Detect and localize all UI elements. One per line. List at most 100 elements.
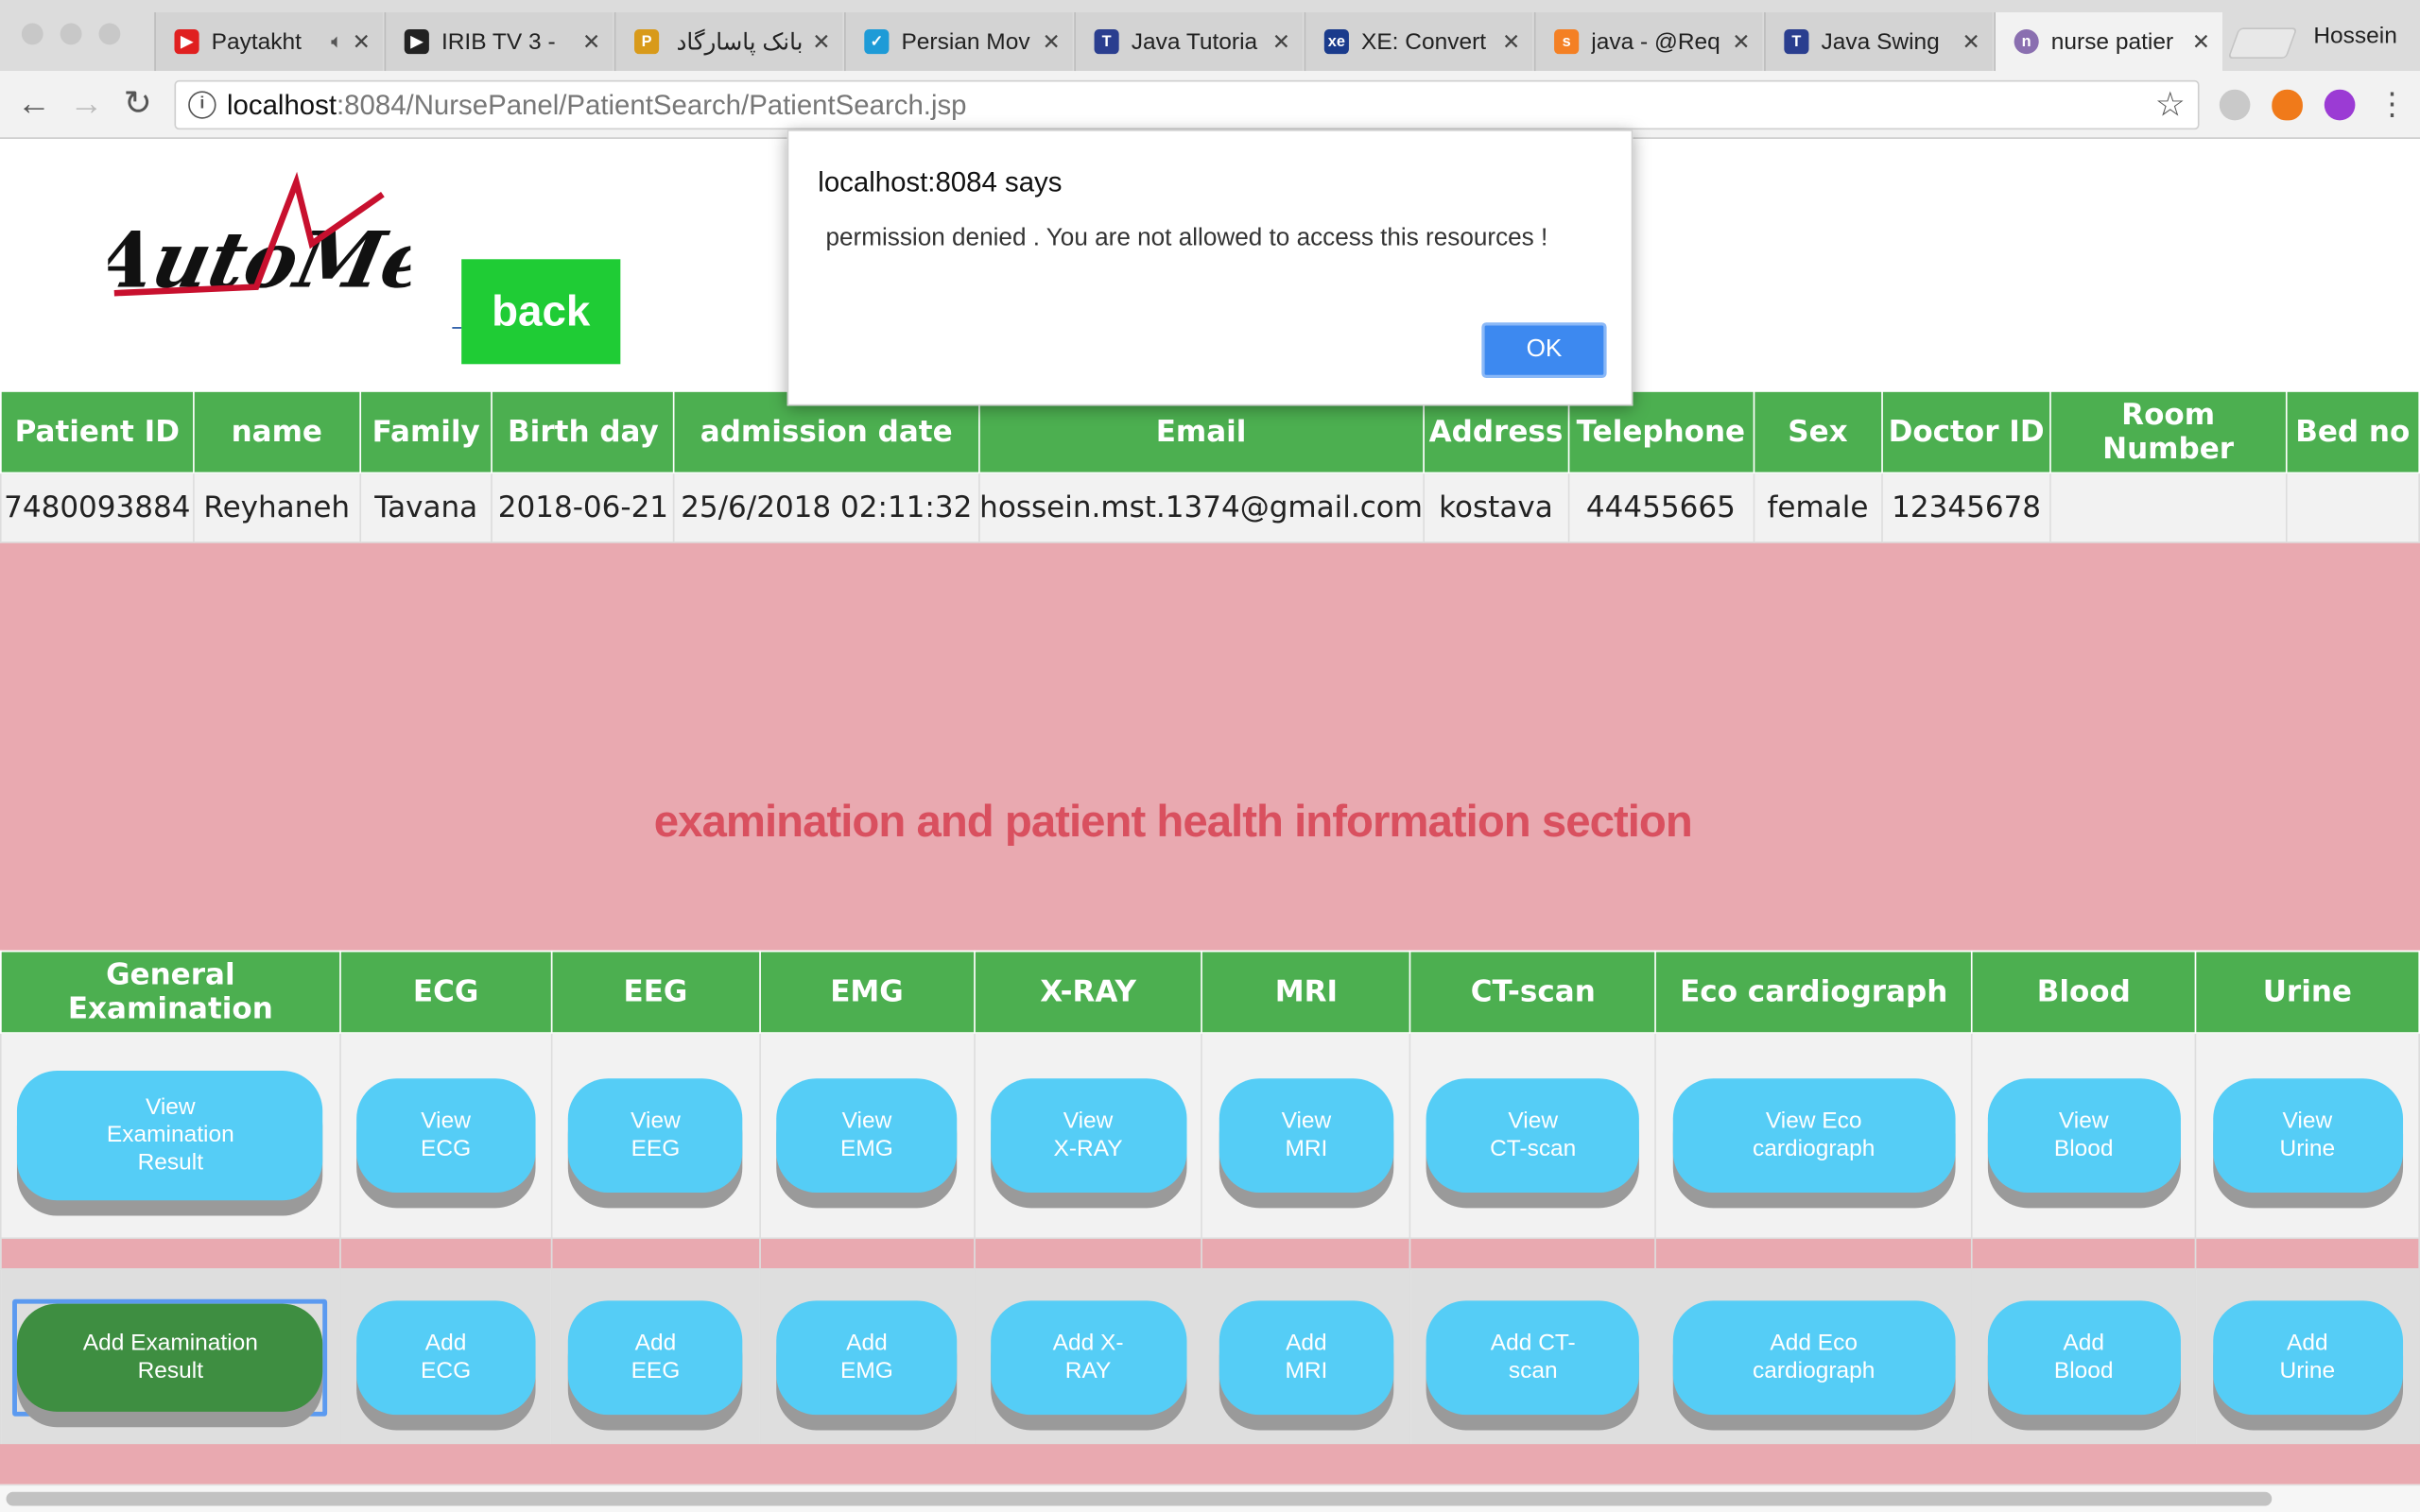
exam-header-row: General Examination ECG EEG EMG X-RAY MR… xyxy=(0,950,2420,1034)
browser-tab-5[interactable]: T Java Tutoria ✕ xyxy=(1074,12,1303,72)
tutorial-icon: T xyxy=(1784,29,1809,55)
add-examination-result-button[interactable]: Add Examination Result xyxy=(17,1303,323,1412)
profile-name[interactable]: Hossein xyxy=(2313,23,2396,49)
close-tab-icon[interactable]: ✕ xyxy=(1962,28,1980,55)
cell-patient-id: 7480093884 xyxy=(0,472,195,543)
header-xray: X-RAY xyxy=(973,950,1203,1034)
automed-logo: AutoMed xyxy=(78,166,495,313)
browser-window: ▶ Paytakht 🔈︎ ✕ ▶ IRIB TV 3 - ✕ P بانک پ… xyxy=(0,0,2420,1512)
fire-extension-icon[interactable] xyxy=(2272,89,2303,121)
header-room-number: Room Number xyxy=(2049,390,2288,474)
add-mri-button[interactable]: Add MRI xyxy=(1219,1300,1394,1416)
cell-room-number xyxy=(2049,472,2288,543)
header-mri: MRI xyxy=(1201,950,1411,1034)
bookmark-star-icon[interactable]: ☆ xyxy=(2155,85,2186,125)
tab-title: Java Tutoria xyxy=(1131,28,1258,55)
health-section-banner xyxy=(0,542,2420,951)
view-examination-result-button[interactable]: View Examination Result xyxy=(17,1071,323,1201)
cell-telephone: 44455665 xyxy=(1567,472,1754,543)
browser-tab-1[interactable]: ▶ Paytakht 🔈︎ ✕ xyxy=(154,12,383,72)
close-tab-icon[interactable]: ✕ xyxy=(1042,28,1060,55)
info-icon[interactable]: i xyxy=(188,91,216,119)
alert-dialog: localhost:8084 says permission denied . … xyxy=(786,129,1634,406)
view-emg-button[interactable]: View EMG xyxy=(776,1078,958,1194)
cell-doctor-id: 12345678 xyxy=(1881,472,2051,543)
ok-button[interactable]: OK xyxy=(1481,322,1607,378)
url-text[interactable]: localhost:8084/NursePanel/PatientSearch/… xyxy=(227,90,967,122)
add-urine-button[interactable]: Add Urine xyxy=(2212,1300,2403,1416)
tab-title: Persian Mov xyxy=(901,28,1030,55)
horizontal-scrollbar[interactable] xyxy=(0,1484,2420,1512)
add-eco-cardiograph-button[interactable]: Add Eco cardiograph xyxy=(1672,1300,1956,1416)
view-mri-button[interactable]: View MRI xyxy=(1219,1078,1394,1194)
address-bar[interactable]: i localhost:8084/NursePanel/PatientSearc… xyxy=(174,79,2200,130)
close-tab-icon[interactable]: ✕ xyxy=(812,28,830,55)
speaker-icon[interactable]: 🔈︎ xyxy=(331,29,343,54)
view-ecg-button[interactable]: View ECG xyxy=(355,1078,536,1194)
header-ct-scan: CT-scan xyxy=(1409,950,1657,1034)
new-tab-button[interactable] xyxy=(2227,27,2298,60)
tab-title: بانک پاسارگاد :: xyxy=(671,29,804,56)
purple-extension-icon[interactable] xyxy=(2324,89,2356,121)
youtube-icon: ▶ xyxy=(174,29,199,55)
cell-family: Tavana xyxy=(358,472,493,543)
back-button[interactable]: back xyxy=(461,259,621,365)
tab-title: java - @Req xyxy=(1591,28,1720,55)
view-buttons-row: View Examination Result View ECG View EE… xyxy=(0,1032,2420,1240)
browser-tab-4[interactable]: ✓ Persian Mov ✕ xyxy=(844,12,1073,72)
close-tab-icon[interactable]: ✕ xyxy=(1502,28,1520,55)
tab-title: Java Swing xyxy=(1821,28,1940,55)
spacer-row xyxy=(0,1237,2420,1270)
forward-arrow-icon[interactable]: → xyxy=(69,83,103,123)
add-eeg-button[interactable]: Add EEG xyxy=(568,1300,743,1416)
browser-tab-2[interactable]: ▶ IRIB TV 3 - ✕ xyxy=(384,12,614,72)
avatar-icon: n xyxy=(2014,29,2039,55)
globe-extension-icon[interactable] xyxy=(2219,89,2251,121)
close-window-button[interactable] xyxy=(21,23,43,45)
view-xray-button[interactable]: View X-RAY xyxy=(990,1078,1186,1194)
add-ct-scan-button[interactable]: Add CT- scan xyxy=(1426,1300,1640,1416)
close-tab-icon[interactable]: ✕ xyxy=(1732,28,1750,55)
tab-title: Paytakht xyxy=(211,28,302,55)
add-ecg-button[interactable]: Add ECG xyxy=(355,1300,536,1416)
header-ecg: ECG xyxy=(339,950,553,1034)
close-tab-icon[interactable]: ✕ xyxy=(2192,28,2210,55)
footer-band xyxy=(0,1444,2420,1485)
cell-birth-day: 2018-06-21 xyxy=(491,472,675,543)
header-name: name xyxy=(192,390,361,474)
play-icon: ▶ xyxy=(404,29,429,55)
xe-icon: xe xyxy=(1323,29,1349,55)
movie-site-icon: ✓ xyxy=(864,29,890,55)
add-blood-button[interactable]: Add Blood xyxy=(1987,1300,2181,1416)
minimize-window-button[interactable] xyxy=(60,23,82,45)
browser-tab-3[interactable]: P بانک پاسارگاد :: ✕ xyxy=(614,12,843,72)
close-tab-icon[interactable]: ✕ xyxy=(582,28,600,55)
browser-tab-7[interactable]: s java - @Req ✕ xyxy=(1533,12,1763,72)
header-eeg: EEG xyxy=(550,950,761,1034)
scrollbar-thumb[interactable] xyxy=(6,1491,2273,1506)
view-ct-scan-button[interactable]: View CT-scan xyxy=(1426,1078,1640,1194)
browser-tab-8[interactable]: T Java Swing ✕ xyxy=(1764,12,1993,72)
header-patient-id: Patient ID xyxy=(0,390,195,474)
browser-tab-active[interactable]: n nurse patier ✕ xyxy=(1994,12,2223,72)
close-tab-icon[interactable]: ✕ xyxy=(353,28,371,55)
view-urine-button[interactable]: View Urine xyxy=(2212,1078,2403,1194)
patient-row: 7480093884 Reyhaneh Tavana 2018-06-21 25… xyxy=(0,472,2420,543)
cell-address: kostava xyxy=(1423,472,1569,543)
browser-tab-6[interactable]: xe XE: Convert ✕ xyxy=(1304,12,1533,72)
reload-icon[interactable]: ↻ xyxy=(124,83,152,123)
back-arrow-icon[interactable]: ← xyxy=(17,83,51,123)
header-blood: Blood xyxy=(1971,950,2197,1034)
maximize-window-button[interactable] xyxy=(98,23,121,45)
dialog-title: localhost:8084 says xyxy=(818,166,1063,198)
section-title: examination and patient health informati… xyxy=(653,798,1693,848)
view-blood-button[interactable]: View Blood xyxy=(1987,1078,2181,1194)
menu-dots-icon[interactable]: ⋮ xyxy=(2377,85,2408,124)
focus-ring: Add Examination Result xyxy=(12,1298,328,1417)
add-emg-button[interactable]: Add EMG xyxy=(776,1300,958,1416)
close-tab-icon[interactable]: ✕ xyxy=(1272,28,1290,55)
add-xray-button[interactable]: Add X- RAY xyxy=(990,1300,1186,1416)
header-urine: Urine xyxy=(2194,950,2420,1034)
view-eco-cardiograph-button[interactable]: View Eco cardiograph xyxy=(1672,1078,1956,1194)
view-eeg-button[interactable]: View EEG xyxy=(568,1078,743,1194)
